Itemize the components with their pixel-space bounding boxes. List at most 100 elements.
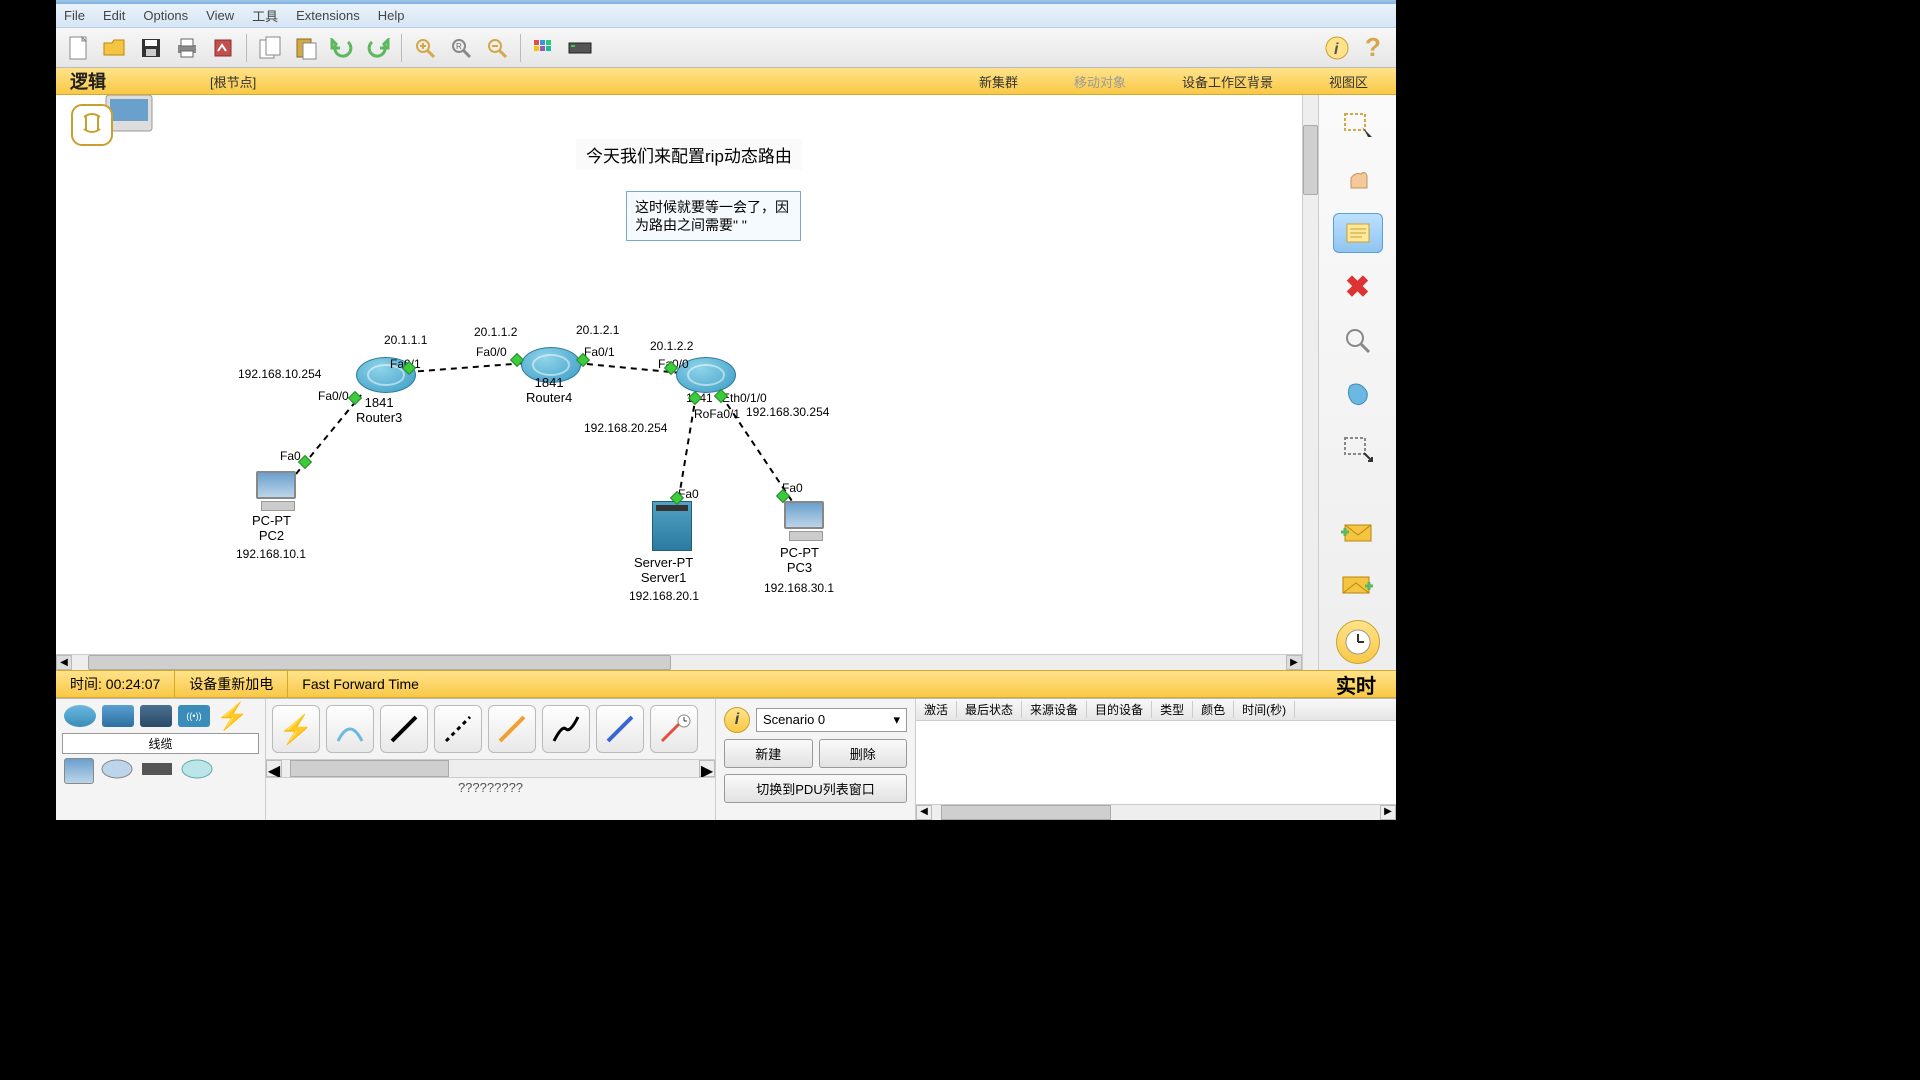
col-color[interactable]: 颜色	[1193, 701, 1234, 718]
cat-switches-icon[interactable]	[102, 705, 134, 727]
col-time[interactable]: 时间(秒)	[1234, 701, 1295, 718]
app-window: File Edit Options View 工具 Extensions Hel…	[56, 0, 1396, 820]
conn-scrollbar[interactable]: ◀▶	[266, 759, 715, 777]
breadcrumb-root[interactable]: [根节点]	[210, 72, 256, 91]
viewport-button[interactable]: 视图区	[1301, 72, 1396, 91]
router3-label: 1841Router3	[356, 395, 402, 425]
conn-straight[interactable]	[380, 705, 428, 753]
device-category-panel: ((•)) ⚡ 线缆	[56, 699, 266, 820]
scenario-info-icon[interactable]: i	[724, 707, 750, 733]
paste-button[interactable]	[289, 31, 323, 65]
col-dst[interactable]: 目的设备	[1087, 701, 1152, 718]
custom-device-button[interactable]	[563, 31, 597, 65]
new-file-button[interactable]	[62, 31, 96, 65]
event-list-header: 激活 最后状态 来源设备 目的设备 类型 颜色 时间(秒)	[916, 699, 1396, 721]
conn-console[interactable]	[326, 705, 374, 753]
set-background-button[interactable]: 设备工作区背景	[1154, 72, 1301, 91]
annotation-note[interactable]: 这时候就要等一会了，因为路由之间需要" "	[626, 191, 801, 241]
cat-connections-icon[interactable]: ⚡	[216, 701, 248, 732]
menu-tools[interactable]: 工具	[252, 6, 278, 25]
canvas-vscroll[interactable]	[1302, 95, 1318, 670]
conn-crossover[interactable]	[434, 705, 482, 753]
menu-file[interactable]: File	[64, 8, 85, 23]
cat-wireless-icon[interactable]: ((•))	[178, 705, 210, 727]
cat-wan-icon[interactable]	[100, 757, 134, 786]
col-fire[interactable]: 激活	[916, 701, 957, 718]
select-tool[interactable]	[1333, 105, 1383, 145]
print-button[interactable]	[170, 31, 204, 65]
col-last[interactable]: 最后状态	[957, 701, 1022, 718]
delete-tool[interactable]: ✖	[1333, 267, 1383, 307]
complex-pdu-tool[interactable]	[1333, 566, 1383, 606]
shape-tool[interactable]	[1333, 375, 1383, 415]
fast-forward-button[interactable]: Fast Forward Time	[288, 671, 433, 697]
bottom-panel: ((•)) ⚡ 线缆 ⚡ ◀▶ ????????? i Scenario 0▾ …	[56, 698, 1396, 820]
router3-if-fa00: Fa0/0	[318, 389, 349, 403]
wizard-button[interactable]	[206, 31, 240, 65]
toggle-pdu-list-button[interactable]: 切换到PDU列表窗口	[724, 774, 907, 803]
open-file-button[interactable]	[98, 31, 132, 65]
event-list-scrollbar[interactable]: ◀▶	[916, 804, 1396, 820]
router4-if-fa01: Fa0/1	[584, 345, 615, 359]
event-list-body[interactable]	[916, 721, 1396, 804]
conn-phone[interactable]	[542, 705, 590, 753]
conn-auto[interactable]: ⚡	[272, 705, 320, 753]
conn-fiber[interactable]	[488, 705, 536, 753]
redo-button[interactable]	[361, 31, 395, 65]
zoom-in-button[interactable]	[408, 31, 442, 65]
inspect-tool[interactable]	[1333, 321, 1383, 361]
save-button[interactable]	[134, 31, 168, 65]
note-tool[interactable]	[1333, 213, 1383, 253]
logical-tab[interactable]: 逻辑	[56, 68, 120, 94]
pc2-label: PC-PTPC2	[252, 513, 291, 543]
menu-options[interactable]: Options	[143, 8, 188, 23]
cat-routers-icon[interactable]	[64, 705, 96, 727]
move-tool[interactable]	[1333, 159, 1383, 199]
help-button[interactable]: ?	[1356, 31, 1390, 65]
info-button[interactable]: i	[1320, 31, 1354, 65]
canvas-hscroll[interactable]: ◀▶	[56, 654, 1302, 670]
scenario-new-button[interactable]: 新建	[724, 739, 813, 768]
cat-multiuser-icon[interactable]	[180, 757, 214, 786]
cat-custom-icon[interactable]	[140, 759, 174, 784]
device-server1[interactable]	[652, 501, 692, 551]
conn-serial-dce[interactable]	[650, 705, 698, 753]
realtime-label[interactable]: 实时	[1316, 670, 1396, 699]
conn-coax[interactable]	[596, 705, 644, 753]
menu-edit[interactable]: Edit	[103, 8, 125, 23]
move-object-button[interactable]: 移动对象	[1046, 72, 1154, 91]
power-cycle-button[interactable]: 设备重新加电	[175, 671, 288, 697]
canvas-area[interactable]: 今天我们来配置rip动态路由 这时候就要等一会了，因为路由之间需要" " 184…	[56, 95, 1302, 670]
new-cluster-button[interactable]: 新集群	[951, 72, 1046, 91]
scenario-select[interactable]: Scenario 0▾	[756, 708, 907, 732]
navigation-widget[interactable]	[66, 95, 156, 145]
menu-extensions[interactable]: Extensions	[296, 8, 360, 23]
router5-ip-fa01: 192.168.20.254	[584, 421, 667, 435]
realtime-clock-icon[interactable]	[1336, 620, 1380, 664]
server1-label: Server-PTServer1	[634, 555, 693, 585]
col-src[interactable]: 来源设备	[1022, 701, 1087, 718]
copy-button[interactable]	[253, 31, 287, 65]
resize-tool[interactable]	[1333, 429, 1383, 469]
zoom-out-button[interactable]	[480, 31, 514, 65]
router3-ip-fa01: 20.1.1.1	[384, 333, 427, 347]
annotation-title: 今天我们来配置rip动态路由	[576, 139, 802, 170]
router4-ip-fa01: 20.1.2.1	[576, 323, 619, 337]
cat-end-devices-icon[interactable]	[64, 758, 94, 784]
col-type[interactable]: 类型	[1152, 701, 1193, 718]
pc3-label: PC-PTPC3	[780, 545, 819, 575]
device-pc3[interactable]	[784, 501, 828, 541]
router4-ip-fa00: 20.1.1.2	[474, 325, 517, 339]
zoom-reset-button[interactable]: R	[444, 31, 478, 65]
svg-text:i: i	[1334, 41, 1339, 58]
undo-button[interactable]	[325, 31, 359, 65]
pc3-ip: 192.168.30.1	[764, 581, 834, 595]
device-pc2[interactable]	[256, 471, 300, 511]
palette-button[interactable]	[527, 31, 561, 65]
cat-hubs-icon[interactable]	[140, 705, 172, 727]
simple-pdu-tool[interactable]	[1333, 512, 1383, 552]
scenario-delete-button[interactable]: 删除	[819, 739, 908, 768]
menu-help[interactable]: Help	[378, 8, 405, 23]
menu-view[interactable]: View	[206, 8, 234, 23]
right-toolbar: ✖	[1318, 95, 1396, 670]
